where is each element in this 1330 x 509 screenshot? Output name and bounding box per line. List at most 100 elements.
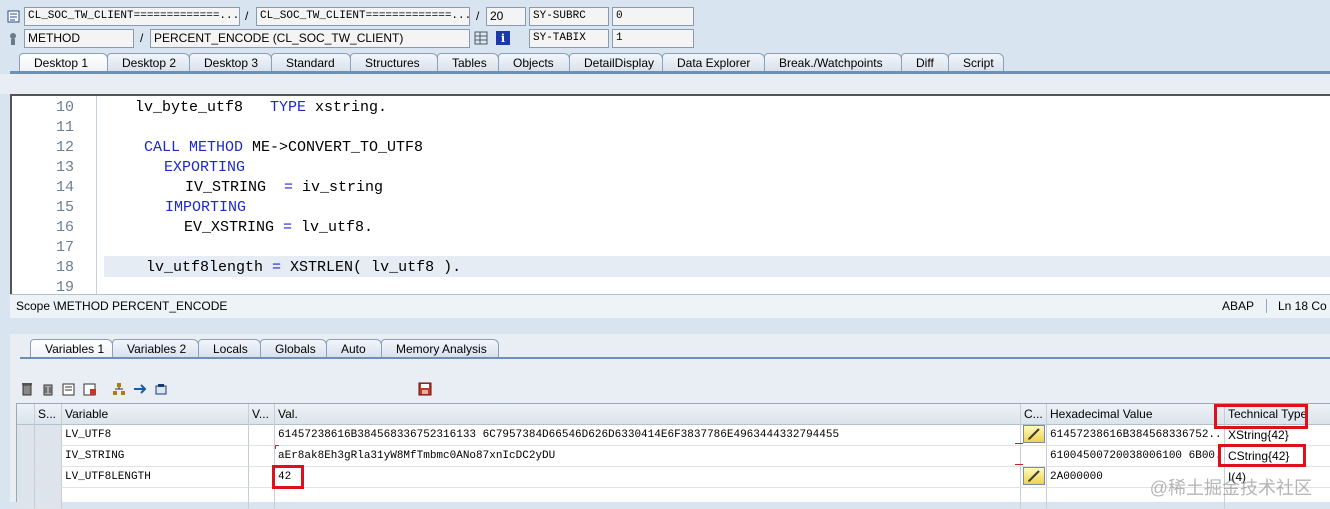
- cell-c: [1021, 488, 1047, 509]
- load-variables-icon[interactable]: [60, 380, 77, 397]
- table-icon[interactable]: [474, 31, 488, 45]
- row-selector[interactable]: [17, 488, 35, 509]
- code-line: 14 IV_STRING = iv_string: [12, 178, 1330, 198]
- cell-value[interactable]: [275, 488, 1021, 509]
- new-tool-icon[interactable]: [152, 380, 169, 397]
- line-number: 12: [55, 139, 74, 156]
- info-icon[interactable]: i: [496, 31, 510, 45]
- save-variables-icon[interactable]: [81, 380, 98, 397]
- cell-s: [35, 488, 62, 509]
- code-line: 19: [12, 278, 1330, 294]
- cell-hex[interactable]: 61004500720038006100 6B00...: [1047, 446, 1225, 467]
- tab-variables-2[interactable]: Variables 2: [112, 339, 199, 358]
- edit-value-button[interactable]: [1023, 425, 1045, 443]
- code-text: lv_byte_utf8 TYPE xstring.: [135, 99, 388, 116]
- editor-frame: [0, 74, 1330, 94]
- table-row: [17, 488, 1330, 509]
- table-row[interactable]: IV_STRING aEr8ak8Eh3gRla31yW8MfTmbmc0ANo…: [17, 446, 1330, 467]
- row-selector[interactable]: [17, 425, 35, 446]
- source-editor[interactable]: 10 lv_byte_utf8 TYPE xstring. 11 12 CALL M…: [10, 94, 1330, 294]
- sysfield-value-2[interactable]: 1: [612, 29, 694, 48]
- grid-header-row: S... Variable V... Val. C... Hexadecimal…: [17, 404, 1330, 425]
- code-text: EXPORTING: [164, 159, 246, 176]
- line-number: 11: [55, 119, 74, 136]
- language-label: ABAP: [1222, 299, 1255, 313]
- tab-locals[interactable]: Locals: [198, 339, 261, 358]
- line-number: 10: [55, 99, 74, 116]
- tab-memory-analysis[interactable]: Memory Analysis: [381, 339, 499, 358]
- cell-value[interactable]: 42: [275, 467, 1021, 488]
- change-marker: [1015, 443, 1023, 444]
- tab-desktop-3[interactable]: Desktop 3: [189, 53, 272, 72]
- delete-icon[interactable]: [18, 380, 35, 397]
- watermark: @稀土掘金技术社区: [1149, 478, 1312, 498]
- code-line: 10 lv_byte_utf8 TYPE xstring.: [12, 98, 1330, 118]
- tab-auto[interactable]: Auto: [326, 339, 382, 358]
- column-header-variable[interactable]: Variable: [62, 404, 249, 425]
- save-icon[interactable]: [416, 380, 433, 397]
- cell-value[interactable]: 61457238616B384568336752316133 6C7957384…: [275, 425, 1021, 446]
- tab-tables[interactable]: Tables: [437, 53, 499, 72]
- tab-diff[interactable]: Diff: [901, 53, 949, 72]
- variables-tab-baseline: [20, 357, 1330, 359]
- cell-variable[interactable]: LV_UTF8LENGTH: [62, 467, 249, 488]
- variables-toolbar: [18, 380, 169, 398]
- tab-desktop-1[interactable]: Desktop 1: [19, 53, 108, 72]
- tab-structures[interactable]: Structures: [350, 53, 438, 72]
- tab-globals[interactable]: Globals: [260, 339, 327, 358]
- code-text: lv_utf8length = XSTRLEN( lv_utf8 ).: [146, 259, 462, 276]
- table-row[interactable]: LV_UTF8 61457238616B384568336752316133 6…: [17, 425, 1330, 446]
- row-selector[interactable]: [17, 446, 35, 467]
- cell-c: [1021, 446, 1047, 467]
- highlight-box-type-header: [1214, 404, 1308, 429]
- code-line: 11: [12, 118, 1330, 138]
- code-line: 17: [12, 238, 1330, 258]
- variables-tabstrip: Variables 1 Variables 2 Locals Globals A…: [30, 339, 499, 358]
- edit-value-button[interactable]: [1023, 467, 1045, 485]
- cell-hex[interactable]: 61457238616B384568336752...: [1047, 425, 1225, 446]
- delete-all-icon[interactable]: [39, 380, 56, 397]
- column-header-c[interactable]: C...: [1021, 404, 1047, 425]
- column-header-val[interactable]: Val.: [275, 404, 1021, 425]
- column-header-v[interactable]: V...: [249, 404, 275, 425]
- line-number: 16: [55, 219, 74, 236]
- event-field[interactable]: PERCENT_ENCODE (CL_SOC_TW_CLIENT): [150, 29, 470, 48]
- navigate-icon[interactable]: [131, 380, 148, 397]
- cell-variable[interactable]: [62, 488, 249, 509]
- tab-break-watchpoints[interactable]: Break./Watchpoints: [764, 53, 902, 72]
- column-header-s[interactable]: S...: [35, 404, 62, 425]
- sysfield-value-1[interactable]: 0: [612, 7, 694, 26]
- variables-grid[interactable]: S... Variable V... Val. C... Hexadecimal…: [16, 403, 1330, 509]
- hierarchy-icon[interactable]: [110, 380, 127, 397]
- tab-desktop-2[interactable]: Desktop 2: [107, 53, 190, 72]
- cursor-position: Ln 18 Co: [1278, 299, 1327, 313]
- table-row[interactable]: LV_UTF8LENGTH 42 2A000000 I(4): [17, 467, 1330, 488]
- code-line: 13 EXPORTING: [12, 158, 1330, 178]
- tab-variables-1[interactable]: Variables 1: [30, 339, 113, 358]
- cell-variable[interactable]: LV_UTF8: [62, 425, 249, 446]
- cell-value[interactable]: aEr8ak8Eh3gRla31yW8MfTmbmc0ANo87xnIcDC2y…: [275, 446, 1021, 467]
- cell-s: [35, 425, 62, 446]
- sysfield-name-2[interactable]: SY-TABIX: [529, 29, 609, 48]
- code-text: CALL METHOD ME->CONVERT_TO_UTF8: [144, 139, 424, 156]
- editor-status-bar: Scope \METHOD PERCENT_ENCODE ABAP Ln 18 …: [10, 294, 1330, 318]
- cell-s: [35, 467, 62, 488]
- change-marker: [275, 445, 279, 449]
- event-type-field[interactable]: METHOD: [24, 29, 134, 48]
- cell-variable[interactable]: IV_STRING: [62, 446, 249, 467]
- sysfield-name-1[interactable]: SY-SUBRC: [529, 7, 609, 26]
- pencil-icon: [1028, 470, 1040, 482]
- column-header-hex[interactable]: Hexadecimal Value: [1047, 404, 1225, 425]
- tab-standard[interactable]: Standard: [271, 53, 351, 72]
- include-field[interactable]: CL_SOC_TW_CLIENT=============...: [256, 7, 470, 26]
- line-field[interactable]: 20: [486, 7, 526, 26]
- tab-detail-display[interactable]: DetailDisplay: [569, 53, 663, 72]
- separator: /: [140, 31, 144, 45]
- row-selector[interactable]: [17, 467, 35, 488]
- program-field[interactable]: CL_SOC_TW_CLIENT=============...: [24, 7, 240, 26]
- tab-script[interactable]: Script: [948, 53, 1004, 72]
- code-text: IMPORTING: [165, 199, 247, 216]
- tab-data-explorer[interactable]: Data Explorer: [662, 53, 765, 72]
- tab-objects[interactable]: Objects: [498, 53, 570, 72]
- code-line: 16 EV_XSTRING = lv_utf8.: [12, 218, 1330, 238]
